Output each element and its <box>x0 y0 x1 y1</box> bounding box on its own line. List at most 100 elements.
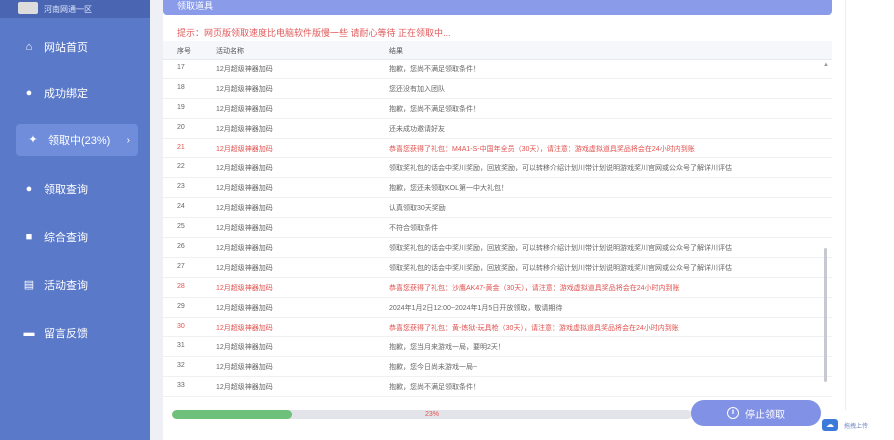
row-activity-name: 12月超级神器加码 <box>216 284 273 292</box>
upload-button[interactable]: ☁ 拖拽上传 <box>822 418 894 432</box>
scroll-up-icon[interactable]: ▲ <box>823 62 829 68</box>
sidebar-item-bind[interactable]: ● 成功绑定 <box>0 78 150 108</box>
row-activity-name: 12月超级神器加码 <box>216 364 273 372</box>
row-result: 抱歉，您尚不满足领取条件！ <box>389 66 480 73</box>
table-row: 31 12月超级神器加码 抱歉，您当月来游戏一局，要明2天！ <box>163 337 832 358</box>
table-row: 26 12月超级神器加码 领取奖礼包的话会中奖川奖励，回放奖励，可以转移介绍计划川带… <box>163 238 832 258</box>
column-header-name: 活动名称 <box>216 48 244 55</box>
user-icon: ● <box>25 87 33 99</box>
sidebar-item-label: 综合查询 <box>44 232 88 244</box>
row-activity-name: 12月超级神器加码 <box>216 66 273 73</box>
sidebar-item-overall-query[interactable]: ■ 综合查询 <box>0 222 150 252</box>
row-id: 17 <box>177 64 185 71</box>
row-result: 您还没有加入团队 <box>389 85 445 93</box>
table-row: 25 12月超级神器加码 不符合领取条件 <box>163 218 832 239</box>
server-label: 河南网通一区 <box>44 5 92 14</box>
row-activity-name: 12月超级神器加码 <box>216 85 273 93</box>
table-row: 23 12月超级神器加码 抱歉，您还未领取KOL第一中大礼包！ <box>163 178 832 199</box>
row-result: 恭喜您获得了礼包：M4A1-S-中国年全员（30天），请注意：游戏虚拟道具奖品将… <box>389 145 695 153</box>
row-id: 22 <box>177 163 185 171</box>
sidebar-item-label: 活动查询 <box>44 280 88 292</box>
avatar <box>18 2 38 14</box>
row-result: 领取奖礼包的话会中奖川奖励，回放奖励，可以转移介绍计划川带计划说明游戏奖川官网或… <box>389 165 732 173</box>
panel-header: 领取道具 <box>163 0 832 15</box>
table-row: 33 12月超级神器加码 抱歉，您尚不满足领取条件！ <box>163 377 832 398</box>
row-id: 19 <box>177 103 185 111</box>
upload-label: 拖拽上传 <box>844 423 869 430</box>
row-result: 抱歉，您当月来游戏一局，要明2天！ <box>389 344 505 352</box>
sidebar-item-home[interactable]: ⌂ 网站首页 <box>0 32 150 62</box>
row-id: 23 <box>177 183 185 191</box>
row-id: 29 <box>177 302 185 310</box>
row-activity-name: 12月超级神器加码 <box>216 225 273 233</box>
row-result: 恭喜您获得了礼包：黄-炼狱-玩具枪（30天），请注意：游戏虚拟道具奖品将会在24… <box>389 324 679 332</box>
panel-title: 领取道具 <box>177 1 214 11</box>
table-row: 28 12月超级神器加码 恭喜您获得了礼包：沙鹰AK47-黄金（30天），请注意：游… <box>163 278 832 298</box>
chat-icon: ▬ <box>23 327 35 339</box>
column-header-id: 序号 <box>177 48 191 55</box>
row-activity-name: 12月超级神器加码 <box>216 105 273 113</box>
row-id: 25 <box>177 223 185 231</box>
row-id: 28 <box>177 282 185 290</box>
row-result: 还未成功邀请好友 <box>389 125 445 133</box>
table-body: 17 12月超级神器加码 抱歉，您尚不满足领取条件！ 18 12月超级神器加码 您还没有加… <box>163 59 832 398</box>
table-row: 17 12月超级神器加码 抱歉，您尚不满足领取条件！ <box>163 59 832 79</box>
row-id: 27 <box>177 262 185 270</box>
sidebar-item-activity-query[interactable]: ▤ 活动查询 <box>0 270 150 300</box>
row-id: 18 <box>177 83 185 91</box>
main-panel: 领取道具 提示：网页版领取速度比电脑软件版慢一些 请耐心等待 正在领取中... … <box>163 0 832 440</box>
table-row: 21 12月超级神器加码 恭喜您获得了礼包：M4A1-S-中国年全员（30天），请注… <box>163 139 832 159</box>
row-activity-name: 12月超级神器加码 <box>216 304 273 312</box>
gift-icon: ✦ <box>28 134 38 146</box>
row-activity-name: 12月超级神器加码 <box>216 125 273 133</box>
sidebar-item-label: 成功绑定 <box>44 88 88 100</box>
sidebar-item-feedback[interactable]: ▬ 留言反馈 <box>0 318 150 348</box>
row-id: 30 <box>177 322 185 330</box>
divider <box>845 0 846 410</box>
user-search-icon: ● <box>25 183 33 195</box>
row-activity-name: 12月超级神器加码 <box>216 384 273 392</box>
row-activity-name: 12月超级神器加码 <box>216 165 273 173</box>
sidebar-item-label: 网站首页 <box>44 42 88 54</box>
chevron-right-icon: › <box>126 134 130 146</box>
column-header-result: 结果 <box>389 48 403 55</box>
table-row: 27 12月超级神器加码 领取奖礼包的话会中奖川奖励，回放奖励，可以转移介绍计划川带… <box>163 258 832 278</box>
table-row: 19 12月超级神器加码 抱歉，您尚不满足领取条件！ <box>163 99 832 119</box>
row-activity-name: 12月超级神器加码 <box>216 245 273 253</box>
sidebar-top: 河南网通一区 <box>0 0 150 18</box>
cloud-upload-icon: ☁ <box>822 419 838 431</box>
home-icon: ⌂ <box>25 41 33 53</box>
stop-claim-label: 停止领取 <box>745 409 785 421</box>
row-result: 领取奖礼包的话会中奖川奖励，回放奖励，可以转移介绍计划川带计划说明游戏奖川官网或… <box>389 264 732 272</box>
sidebar-item-label: 领取中(23%) <box>48 135 111 147</box>
row-result: 领取奖礼包的话会中奖川奖励，回放奖励，可以转移介绍计划川带计划说明游戏奖川官网或… <box>389 245 732 253</box>
row-id: 26 <box>177 243 185 251</box>
row-id: 20 <box>177 123 185 131</box>
row-result: 恭喜您获得了礼包：沙鹰AK47-黄金（30天），请注意：游戏虚拟道具奖品将会在2… <box>389 284 680 292</box>
sidebar-item-claiming[interactable]: ✦ 领取中(23%) › <box>16 124 138 156</box>
row-activity-name: 12月超级神器加码 <box>216 185 273 193</box>
sidebar: 河南网通一区 ⌂ 网站首页 ● 成功绑定 ✦ 领取中(23%) › ● 领取查询… <box>0 0 150 440</box>
doc-icon: ▤ <box>23 279 35 291</box>
table-row: 18 12月超级神器加码 您还没有加入团队 <box>163 79 832 99</box>
stop-claim-button[interactable]: Ⅱ 停止领取 <box>691 400 821 426</box>
row-result: 抱歉，您尚不满足领取条件！ <box>389 105 480 113</box>
table-row: 20 12月超级神器加码 还未成功邀请好友 <box>163 119 832 139</box>
row-id: 33 <box>177 382 185 390</box>
progress-label: 23% <box>424 411 439 418</box>
row-activity-name: 12月超级神器加码 <box>216 145 273 153</box>
row-result: 抱歉，您还未领取KOL第一中大礼包！ <box>389 185 509 193</box>
sidebar-item-label: 留言反馈 <box>44 328 88 340</box>
row-activity-name: 12月超级神器加码 <box>216 324 273 332</box>
notice-text: 提示：网页版领取速度比电脑软件版慢一些 请耐心等待 正在领取中... <box>177 28 451 38</box>
sidebar-item-label: 领取查询 <box>44 184 88 196</box>
row-activity-name: 12月超级神器加码 <box>216 344 273 352</box>
table-row: 29 12月超级神器加码 2024年1月2日12:00~2024年1月5日开放领取，… <box>163 298 832 318</box>
row-id: 32 <box>177 362 185 370</box>
sidebar-item-claim-query[interactable]: ● 领取查询 <box>0 174 150 204</box>
table-row: 22 12月超级神器加码 领取奖礼包的话会中奖川奖励，回放奖励，可以转移介绍计划川带… <box>163 158 832 179</box>
scrollbar-thumb[interactable] <box>824 248 827 382</box>
row-id: 31 <box>177 342 185 350</box>
row-id: 24 <box>177 203 185 211</box>
row-activity-name: 12月超级神器加码 <box>216 205 273 213</box>
